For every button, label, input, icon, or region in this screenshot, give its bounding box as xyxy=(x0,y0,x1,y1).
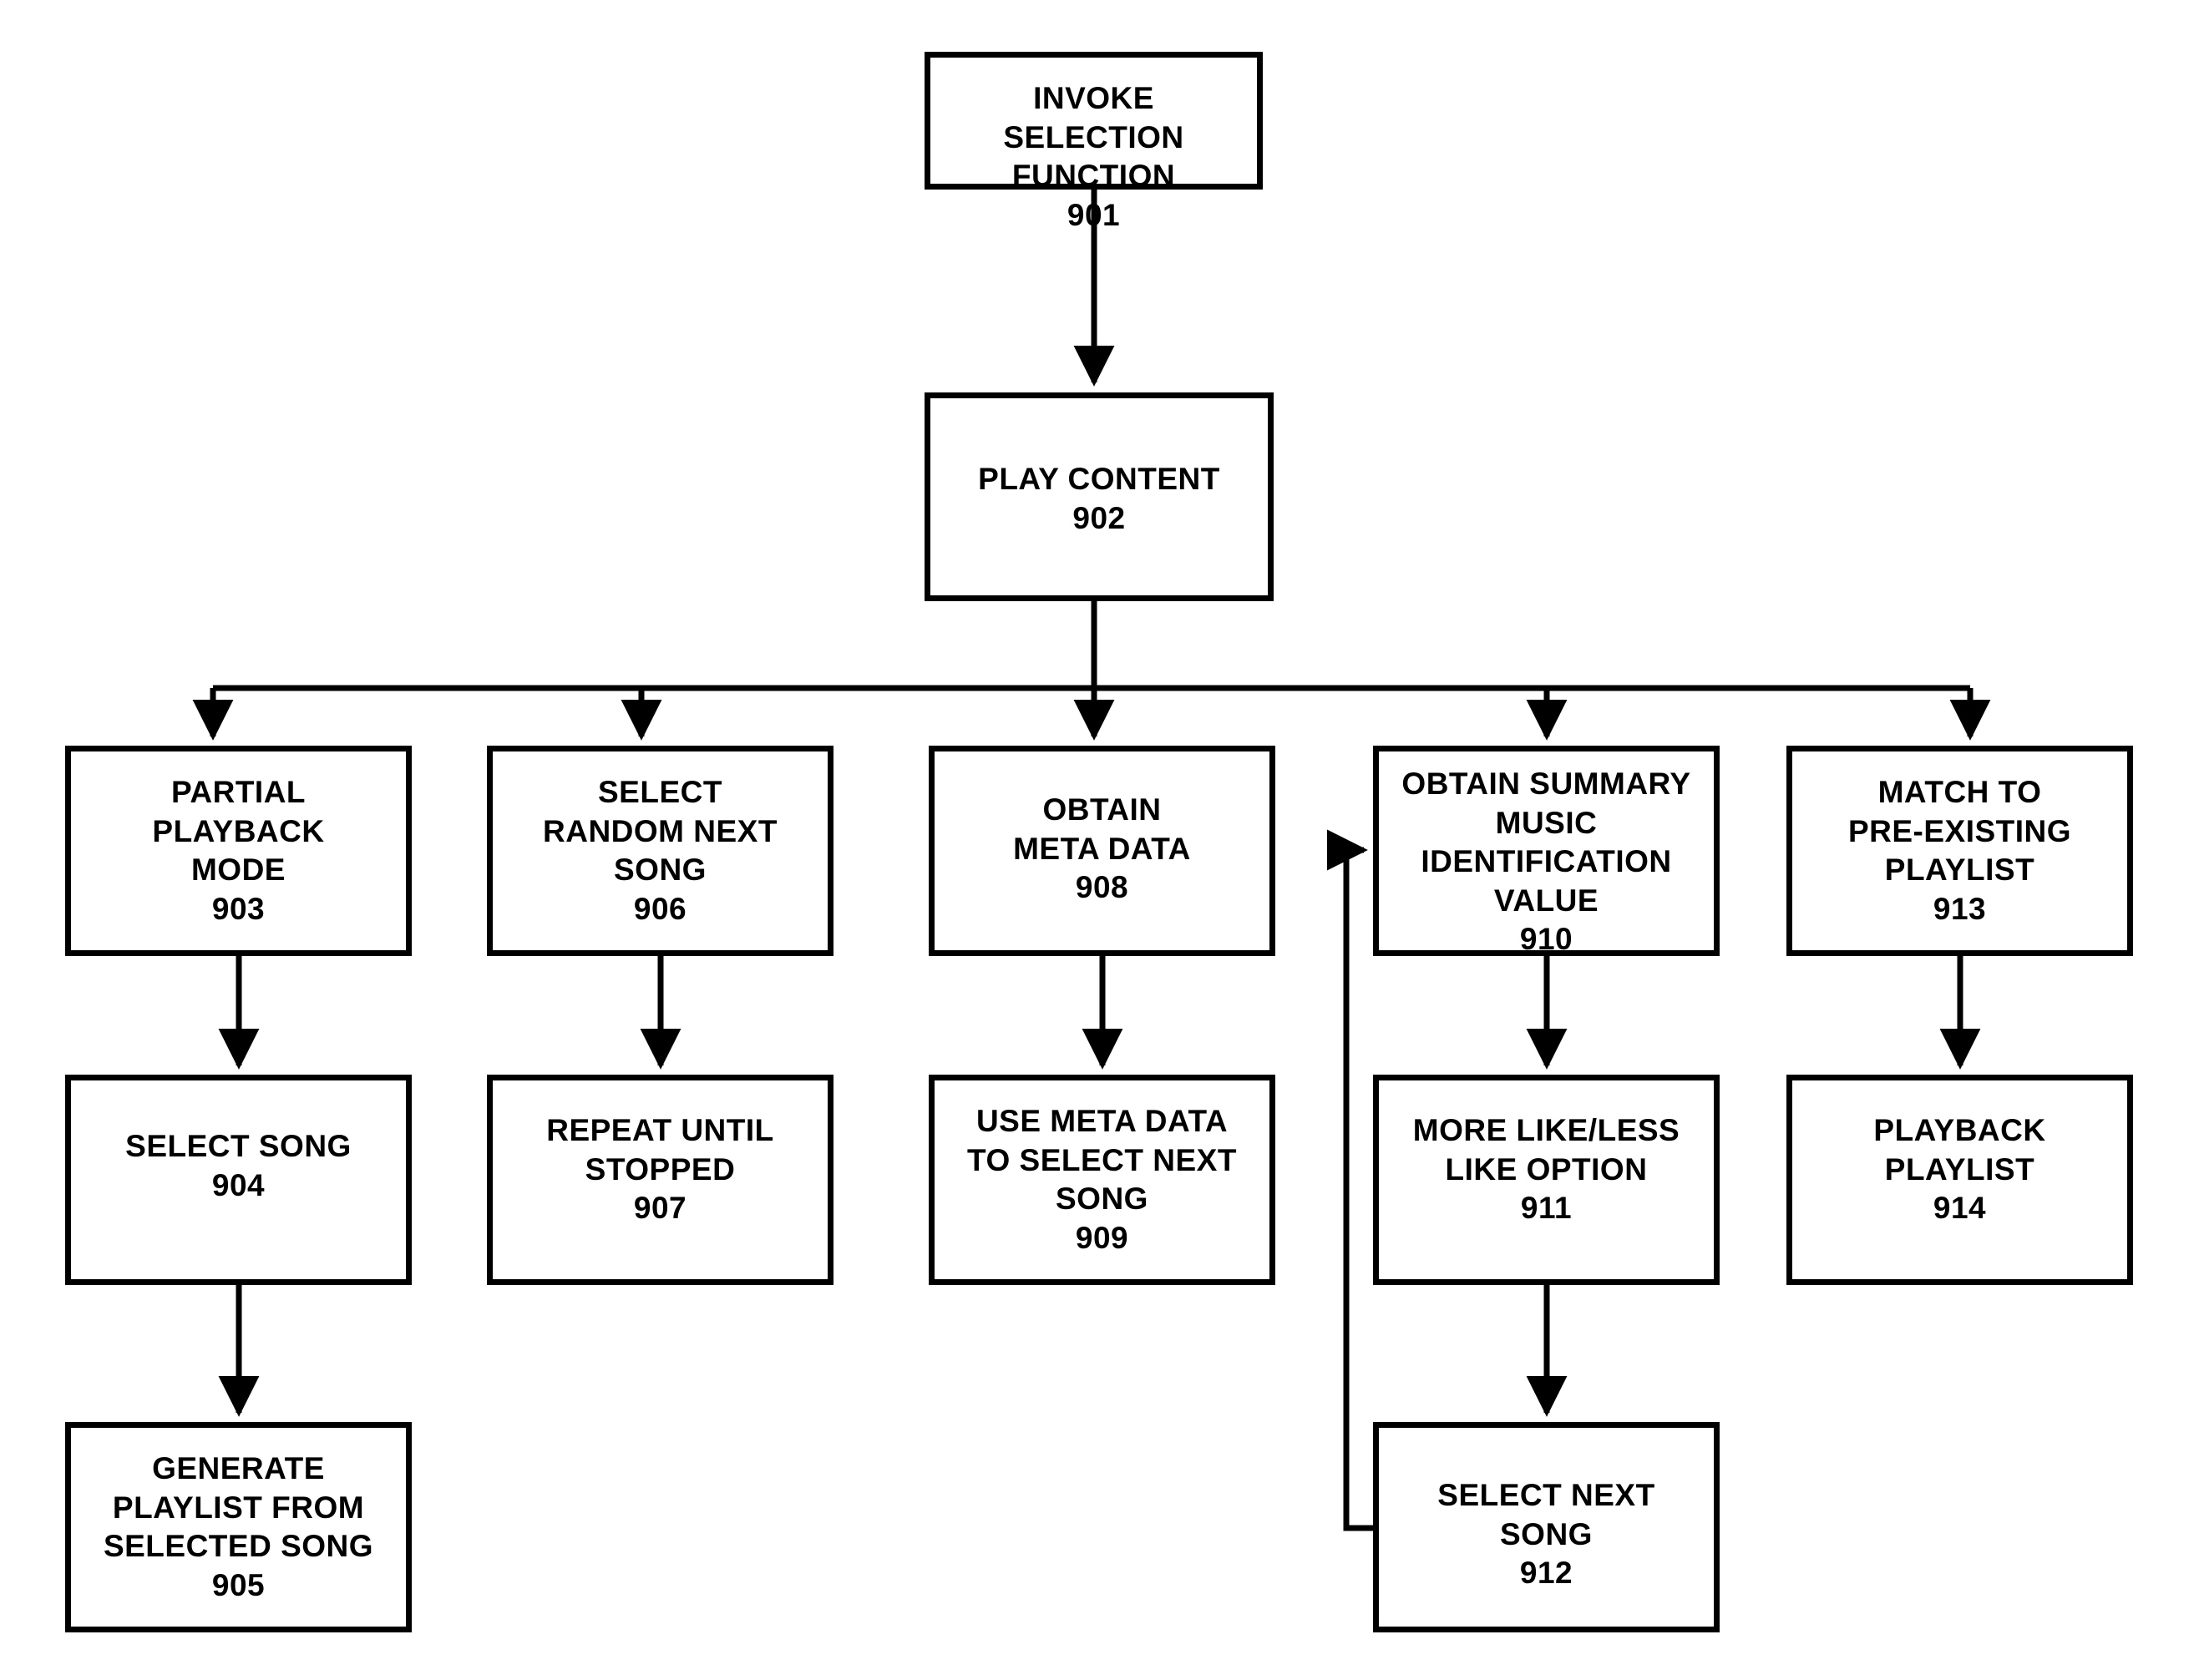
node-901-label: INVOKE SELECTION FUNCTION 901 xyxy=(1003,81,1184,232)
node-904[interactable]: SELECT SONG 904 xyxy=(65,1075,412,1285)
node-911[interactable]: MORE LIKE/LESS LIKE OPTION 911 xyxy=(1373,1075,1720,1285)
node-910-label: OBTAIN SUMMARY MUSIC IDENTIFICATION VALU… xyxy=(1401,767,1691,957)
node-909[interactable]: USE META DATA TO SELECT NEXT SONG 909 xyxy=(929,1075,1275,1285)
node-902-label: PLAY CONTENT 902 xyxy=(978,462,1220,535)
node-914-label: PLAYBACK PLAYLIST 914 xyxy=(1873,1113,2046,1226)
node-909-label: USE META DATA TO SELECT NEXT SONG 909 xyxy=(967,1104,1237,1255)
node-908[interactable]: OBTAIN META DATA 908 xyxy=(929,746,1275,956)
node-902[interactable]: PLAY CONTENT 902 xyxy=(925,392,1274,601)
node-905[interactable]: GENERATE PLAYLIST FROM SELECTED SONG 905 xyxy=(65,1422,412,1632)
node-907-label: REPEAT UNTIL STOPPED 907 xyxy=(546,1113,774,1226)
node-914[interactable]: PLAYBACK PLAYLIST 914 xyxy=(1786,1075,2133,1285)
node-903-label: PARTIAL PLAYBACK MODE 903 xyxy=(152,775,325,926)
node-904-label: SELECT SONG 904 xyxy=(125,1129,352,1202)
flowchart-canvas: INVOKE SELECTION FUNCTION 901 PLAY CONTE… xyxy=(0,0,2199,1680)
node-911-label: MORE LIKE/LESS LIKE OPTION 911 xyxy=(1412,1113,1680,1226)
node-907[interactable]: REPEAT UNTIL STOPPED 907 xyxy=(487,1075,833,1285)
node-912[interactable]: SELECT NEXT SONG 912 xyxy=(1373,1422,1720,1632)
node-908-label: OBTAIN META DATA 908 xyxy=(1013,792,1191,905)
node-903[interactable]: PARTIAL PLAYBACK MODE 903 xyxy=(65,746,412,956)
node-913[interactable]: MATCH TO PRE-EXISTING PLAYLIST 913 xyxy=(1786,746,2133,956)
node-910[interactable]: OBTAIN SUMMARY MUSIC IDENTIFICATION VALU… xyxy=(1373,746,1720,956)
edge-912-910-feedback xyxy=(1326,829,1373,1531)
node-905-label: GENERATE PLAYLIST FROM SELECTED SONG 905 xyxy=(103,1451,374,1602)
node-906[interactable]: SELECT RANDOM NEXT SONG 906 xyxy=(487,746,833,956)
node-912-label: SELECT NEXT SONG 912 xyxy=(1437,1478,1655,1591)
node-901[interactable]: INVOKE SELECTION FUNCTION 901 xyxy=(925,52,1263,232)
node-913-label: MATCH TO PRE-EXISTING PLAYLIST 913 xyxy=(1847,775,2072,926)
node-906-label: SELECT RANDOM NEXT SONG 906 xyxy=(543,775,778,926)
